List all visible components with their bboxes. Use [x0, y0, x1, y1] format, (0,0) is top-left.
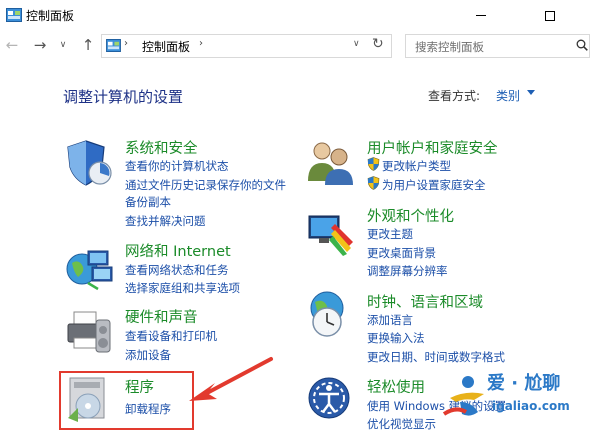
category-clock-language-title[interactable]: 时钟、语言和区域 [367, 291, 483, 312]
page-title: 调整计算机的设置 [63, 88, 184, 106]
link-save-files-file-history[interactable]: 通过文件历史记录保存你的文件 [125, 177, 286, 193]
up-button[interactable]: ↑ [78, 35, 98, 55]
highlight-box [59, 371, 194, 430]
control-panel-icon [6, 8, 22, 22]
category-ease-of-access-title[interactable]: 轻松使用 [367, 376, 425, 397]
uac-shield-icon [367, 176, 380, 190]
clock-globe-icon[interactable] [305, 288, 357, 340]
link-change-desktop-background[interactable]: 更改桌面背景 [367, 245, 436, 261]
search-input[interactable]: 搜索控制面板 [405, 34, 590, 58]
forward-arrow-icon: → [33, 36, 47, 54]
category-system-security-title[interactable]: 系统和安全 [125, 137, 198, 158]
red-arrow-icon [189, 357, 273, 401]
title-bar: 控制面板 [0, 0, 597, 31]
appearance-monitor-icon[interactable] [305, 208, 357, 260]
link-view-computer-status[interactable]: 查看你的计算机状态 [125, 158, 229, 174]
link-adjust-resolution[interactable]: 调整屏幕分辨率 [367, 263, 448, 279]
link-family-safety[interactable]: 为用户设置家庭安全 [382, 177, 486, 193]
back-arrow-icon: ← [5, 36, 19, 54]
maximize-button[interactable] [527, 0, 573, 31]
shield-security-icon[interactable] [64, 137, 116, 189]
link-change-theme[interactable]: 更改主题 [367, 226, 413, 242]
link-devices-printers[interactable]: 查看设备和打印机 [125, 328, 217, 344]
watermark-url: igaliao.com [492, 399, 570, 413]
category-network-internet-title[interactable]: 网络和 Internet [125, 240, 231, 261]
category-hardware-sound-title[interactable]: 硬件和声音 [125, 306, 198, 327]
link-change-date-time-format[interactable]: 更改日期、时间或数字格式 [367, 349, 505, 365]
forward-button[interactable]: → [30, 35, 50, 55]
category-appearance-title[interactable]: 外观和个性化 [367, 205, 454, 226]
search-icon[interactable] [576, 39, 588, 51]
link-change-input-method[interactable]: 更换输入法 [367, 330, 425, 346]
recent-locations-button[interactable]: ∨ [53, 35, 73, 55]
refresh-icon[interactable]: ↻ [372, 36, 384, 52]
navigation-bar: ← → ∨ ↑ › 控制面板 › ∨ ↻ 搜索控制面板 [0, 31, 597, 61]
breadcrumb-separator-icon[interactable]: › [124, 38, 128, 49]
breadcrumb-control-panel[interactable]: 控制面板 [142, 38, 190, 55]
maximize-icon [545, 10, 555, 21]
search-placeholder: 搜索控制面板 [415, 40, 484, 54]
address-bar[interactable]: › 控制面板 › ∨ ↻ [101, 34, 392, 58]
chevron-down-icon: ∨ [59, 40, 67, 50]
watermark-text: 爱 · 尬聊 [487, 373, 561, 394]
link-view-network-status[interactable]: 查看网络状态和任务 [125, 262, 229, 278]
users-icon[interactable] [305, 137, 357, 189]
link-homegroup-sharing[interactable]: 选择家庭组和共享选项 [125, 280, 240, 296]
breadcrumb-separator-icon[interactable]: › [199, 38, 203, 49]
ease-of-access-icon[interactable] [305, 374, 357, 426]
link-optimize-visual-display[interactable]: 优化视觉显示 [367, 416, 436, 432]
network-globe-icon[interactable] [64, 243, 116, 295]
minimize-button[interactable] [458, 0, 504, 31]
printer-icon[interactable] [64, 306, 116, 358]
uac-shield-icon [367, 157, 380, 171]
chevron-down-icon[interactable] [527, 90, 535, 95]
back-button[interactable]: ← [2, 35, 22, 55]
link-add-device[interactable]: 添加设备 [125, 347, 171, 363]
category-user-accounts-title[interactable]: 用户帐户和家庭安全 [367, 137, 498, 158]
link-change-account-type[interactable]: 更改帐户类型 [382, 158, 451, 174]
address-dropdown-icon[interactable]: ∨ [353, 39, 360, 49]
view-by-label: 查看方式: [428, 89, 481, 103]
control-panel-icon [106, 39, 121, 52]
link-backup-copy[interactable]: 备份副本 [125, 194, 171, 210]
window-title: 控制面板 [26, 9, 75, 23]
up-arrow-icon: ↑ [81, 36, 95, 54]
link-add-language[interactable]: 添加语言 [367, 312, 413, 328]
view-by-dropdown[interactable]: 类别 [496, 87, 520, 104]
minimize-icon [476, 15, 486, 16]
link-troubleshoot[interactable]: 查找并解决问题 [125, 213, 206, 229]
